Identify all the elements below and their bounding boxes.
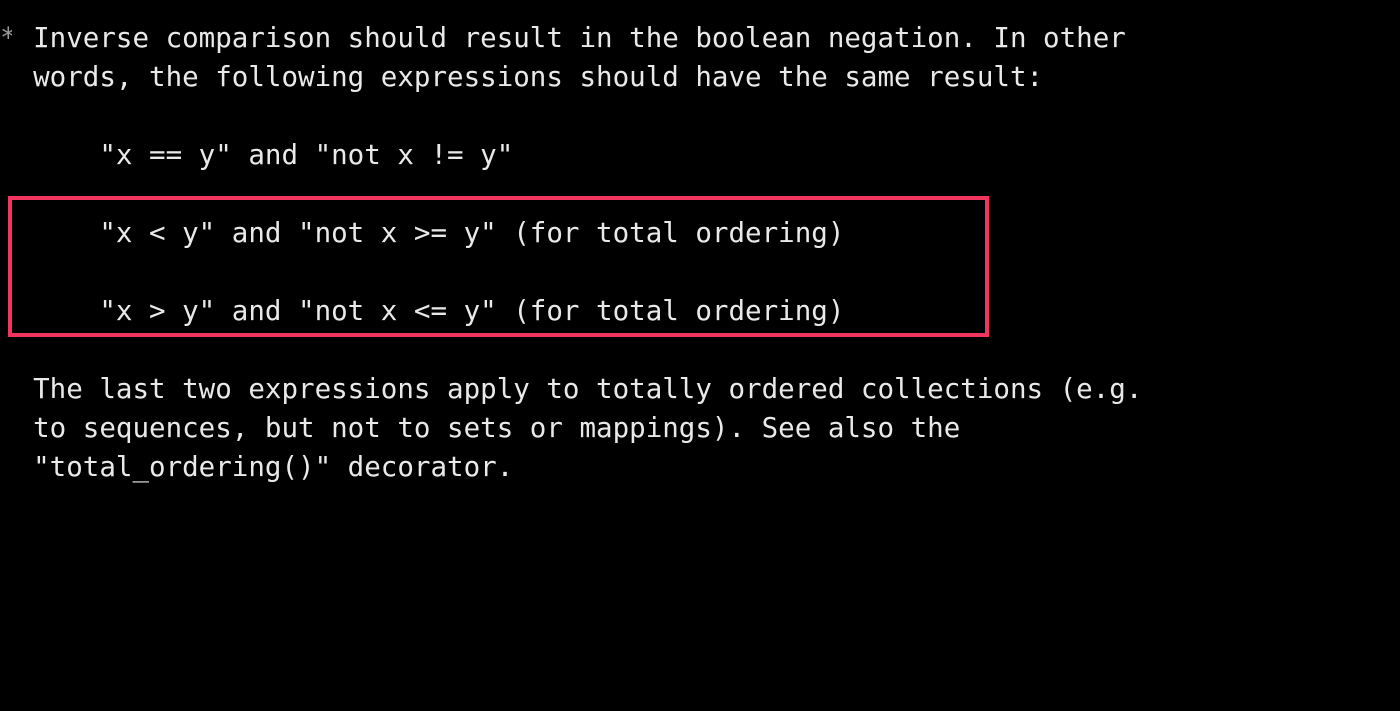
terminal-line-12: "total_ordering()" decorator. [0,451,514,483]
terminal-line-8: "x > y" and "not x <= y" (for total orde… [0,295,845,327]
terminal-line-6: "x < y" and "not x >= y" (for total orde… [0,217,845,249]
terminal-line-1: Inverse comparison should result in the … [0,22,1126,54]
terminal-line-10: The last two expressions apply to totall… [0,373,1143,405]
terminal-line-11: to sequences, but not to sets or mapping… [0,412,961,444]
terminal-line-4: "x == y" and "not x != y" [0,139,514,171]
terminal-output: * Inverse comparison should result in th… [0,0,1400,518]
terminal-line-2: words, the following expressions should … [0,61,1044,93]
